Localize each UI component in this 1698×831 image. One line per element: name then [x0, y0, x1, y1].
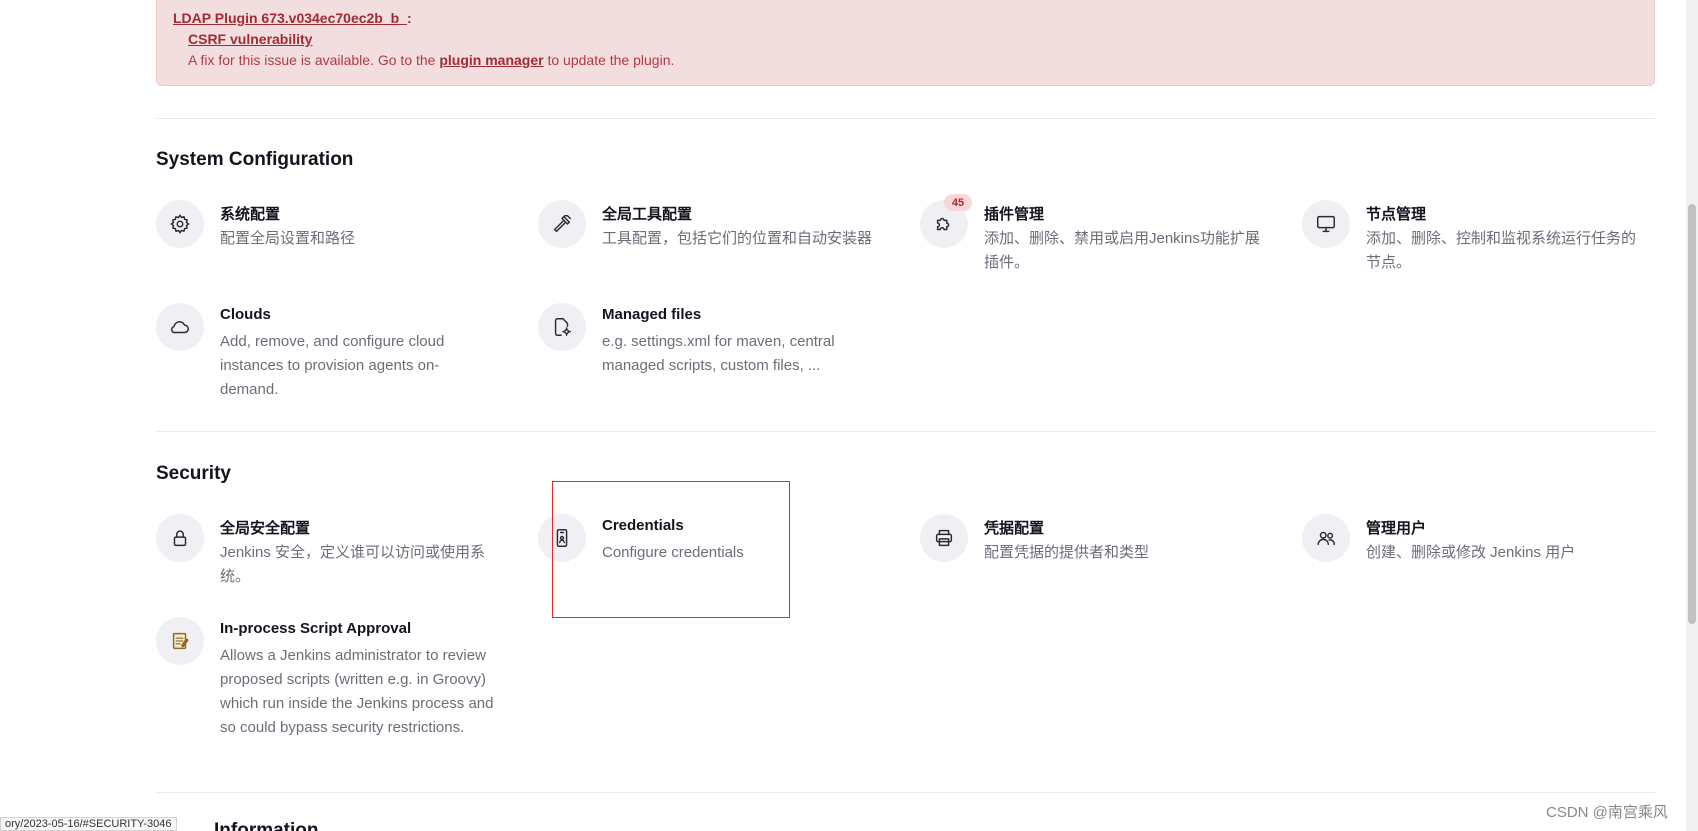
hammer-icon	[538, 200, 586, 248]
item-name: 凭据配置	[984, 520, 1045, 537]
section-divider	[156, 431, 1655, 432]
section-title-security: Security	[156, 463, 231, 484]
item-description: 创建、删除或修改 Jenkins 用户	[1366, 544, 1576, 561]
section-divider	[156, 792, 1655, 793]
scrollbar-thumb[interactable]	[1688, 204, 1696, 624]
plugin-updates-badge: 45	[944, 194, 972, 211]
credentials-highlight-box	[552, 481, 790, 618]
item-description: 添加、删除、禁用或启用Jenkins功能扩展插件。	[984, 230, 1260, 271]
notepad-icon	[156, 617, 204, 665]
csdn-watermark: CSDN @南宫乘风	[1546, 804, 1668, 821]
alert-fix-suffix: to update the plugin.	[547, 52, 675, 68]
item-name: 节点管理	[1366, 206, 1427, 223]
alert-plugin-colon: :	[406, 10, 412, 26]
section-title-information-partial: Information	[214, 820, 319, 831]
alert-fix-prefix: A fix for this issue is available. Go to…	[188, 52, 436, 68]
cloud-icon	[156, 303, 204, 351]
alert-plugin-line: LDAP Plugin 673.v034ec70ec2b_b_:	[173, 10, 412, 26]
item-description: Add, remove, and configure cloud instanc…	[220, 333, 445, 398]
ldap-plugin-link[interactable]: LDAP Plugin 673.v034ec70ec2b_b_	[173, 10, 407, 26]
file-gear-icon	[538, 303, 586, 351]
item-name: 全局安全配置	[220, 520, 311, 537]
alert-fix-text: A fix for this issue is available. Go to…	[188, 52, 674, 68]
gear-icon	[156, 200, 204, 248]
item-name: Clouds	[220, 306, 271, 323]
item-description: 工具配置，包括它们的位置和自动安装器	[602, 230, 873, 247]
item-description: e.g. settings.xml for maven, central man…	[602, 333, 835, 374]
item-description: Allows a Jenkins administrator to review…	[220, 647, 494, 736]
item-name: 管理用户	[1366, 520, 1427, 537]
monitor-icon	[1302, 200, 1350, 248]
item-name: 全局工具配置	[602, 206, 693, 223]
section-divider	[156, 118, 1655, 119]
item-name: In-process Script Approval	[220, 620, 412, 637]
vertical-scrollbar[interactable]	[1686, 0, 1698, 831]
item-name: 插件管理	[984, 206, 1045, 223]
item-description: 配置全局设置和路径	[220, 230, 356, 247]
status-bar-url: ory/2023-05-16/#SECURITY-3046	[0, 817, 177, 831]
item-description: 添加、删除、控制和监视系统运行任务的节点。	[1366, 230, 1637, 271]
csrf-vulnerability-link[interactable]: CSRF vulnerability	[188, 31, 312, 47]
item-name: 系统配置	[220, 206, 281, 223]
item-description: Jenkins 安全，定义谁可以访问或使用系统。	[220, 544, 486, 585]
section-title-system-configuration: System Configuration	[156, 149, 354, 170]
lock-icon	[156, 514, 204, 562]
users-icon	[1302, 514, 1350, 562]
item-name: Managed files	[602, 306, 702, 323]
plugin-manager-link[interactable]: plugin manager	[439, 52, 543, 68]
printer-icon	[920, 514, 968, 562]
security-warning-alert: LDAP Plugin 673.v034ec70ec2b_b_: CSRF vu…	[156, 0, 1655, 86]
item-description: 配置凭据的提供者和类型	[984, 544, 1150, 561]
